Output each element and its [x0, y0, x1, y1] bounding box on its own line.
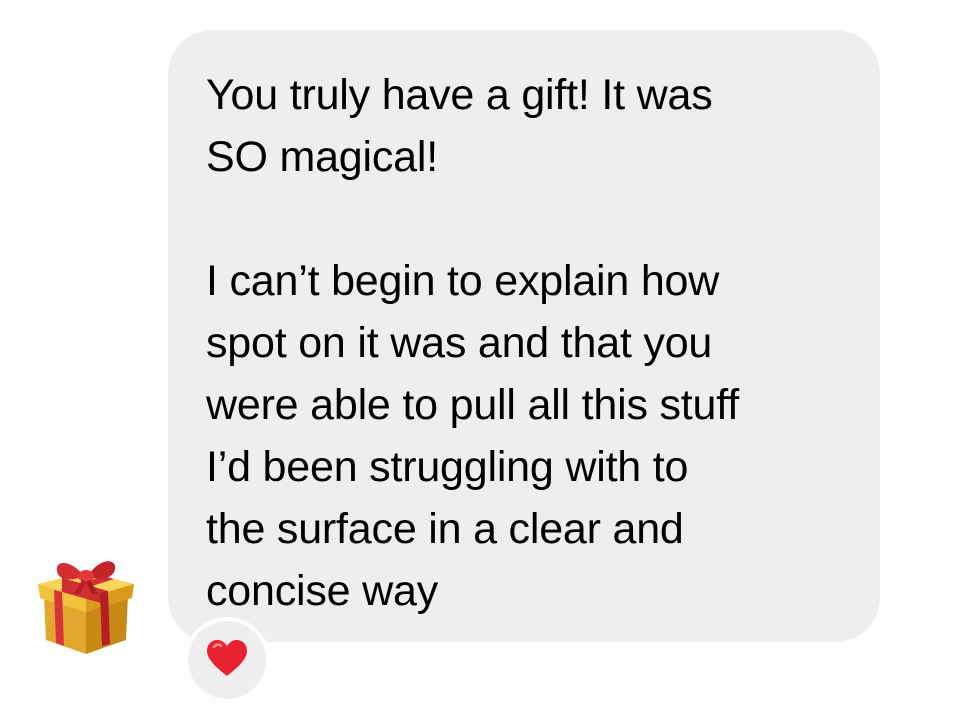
message-paragraph-1: You truly have a gift! It was SO magical…: [206, 71, 713, 181]
heart-icon: [205, 638, 249, 683]
message-paragraph-2: I can’t begin to explain how spot on it …: [206, 257, 739, 615]
message-bubble[interactable]: You truly have a gift! It was SO magical…: [168, 30, 880, 642]
gift-icon: [34, 548, 138, 658]
reaction-badge[interactable]: [184, 617, 270, 703]
